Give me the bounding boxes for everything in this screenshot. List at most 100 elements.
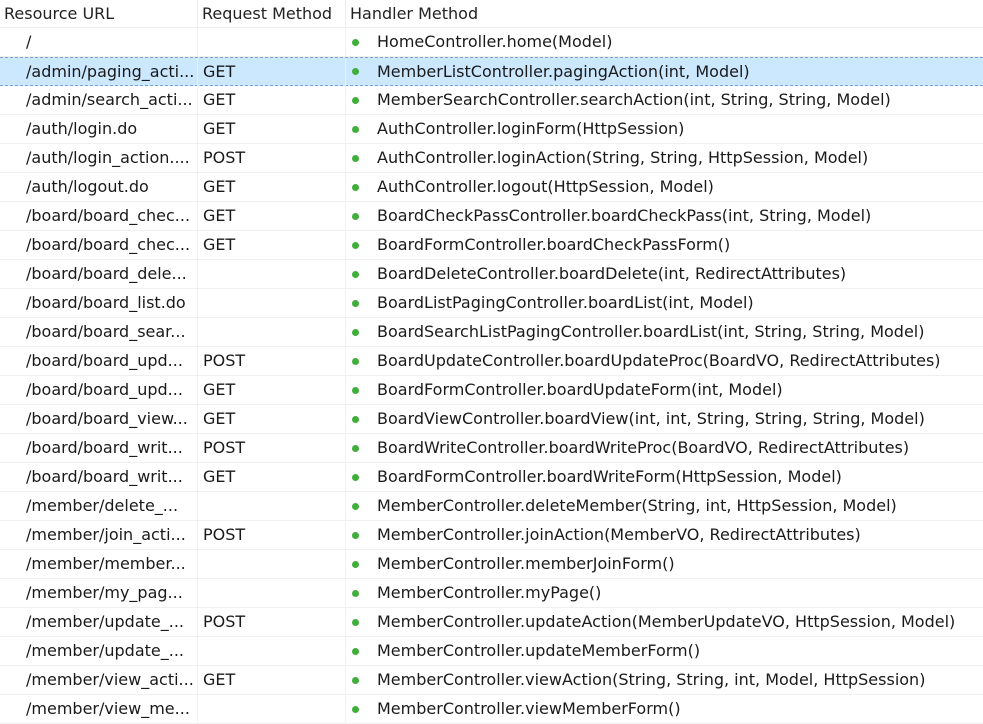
- handler-method-label: AuthController.loginAction(String, Strin…: [377, 148, 869, 167]
- handler-method-cell: BoardFormController.boardCheckPassForm(): [346, 231, 983, 259]
- resource-url-cell: /board/board_dele...: [0, 260, 198, 288]
- request-method-cell: GET: [198, 202, 346, 230]
- request-method-cell: [198, 318, 346, 346]
- request-method-cell: GET: [198, 405, 346, 433]
- table-row[interactable]: /board/board_writ... GET BoardFormControll…: [0, 463, 983, 492]
- method-icon: [352, 531, 359, 539]
- table-row[interactable]: /member/delete_... MemberController.delet…: [0, 492, 983, 521]
- handler-method-label: BoardSearchListPagingController.boardLis…: [377, 322, 925, 341]
- table-row[interactable]: /admin/search_acti... GET MemberSearchCont…: [0, 86, 983, 115]
- request-method-cell: [198, 28, 346, 56]
- table-row[interactable]: / HomeController.home(Model): [0, 28, 983, 57]
- resource-url-cell: /board/board_upd...: [0, 376, 198, 404]
- table-row[interactable]: /board/board_list.do BoardListPagingContr…: [0, 289, 983, 318]
- handler-method-label: MemberSearchController.searchAction(int,…: [377, 90, 891, 109]
- table-row[interactable]: /board/board_upd... GET BoardFormControlle…: [0, 376, 983, 405]
- column-header-handler-method[interactable]: Handler Method: [346, 0, 983, 27]
- handler-method-label: BoardUpdateController.boardUpdateProc(Bo…: [377, 351, 941, 370]
- handler-method-cell: AuthController.loginForm(HttpSession): [346, 115, 983, 143]
- resource-url-cell: /board/board_upd...: [0, 347, 198, 375]
- handler-method-label: MemberController.deleteMember(String, in…: [377, 496, 897, 515]
- method-icon: [352, 183, 359, 191]
- method-icon: [352, 125, 359, 133]
- resource-url-cell: /board/board_writ...: [0, 434, 198, 462]
- resource-url-cell: /member/delete_...: [0, 492, 198, 520]
- table-row[interactable]: /board/board_writ... POST BoardWriteContro…: [0, 434, 983, 463]
- handler-method-cell: BoardWriteController.boardWriteProc(Boar…: [346, 434, 983, 462]
- resource-url-cell: /auth/logout.do: [0, 173, 198, 201]
- request-method-cell: [198, 492, 346, 520]
- table-row[interactable]: /board/board_upd... POST BoardUpdateContro…: [0, 347, 983, 376]
- resource-url-cell: /member/view_me...: [0, 695, 198, 723]
- handler-method-label: MemberListController.pagingAction(int, M…: [377, 61, 750, 81]
- request-method-cell: [198, 289, 346, 317]
- handler-method-cell: MemberController.updateMemberForm(): [346, 637, 983, 665]
- request-method-cell: GET: [198, 115, 346, 143]
- resource-url-cell: /admin/search_acti...: [0, 86, 198, 114]
- method-icon: [352, 444, 359, 452]
- table-row[interactable]: /member/update_... POST MemberController.u…: [0, 608, 983, 637]
- request-method-cell: [198, 260, 346, 288]
- method-icon: [352, 473, 359, 481]
- resource-url-cell: /member/update_...: [0, 608, 198, 636]
- handler-method-label: BoardWriteController.boardWriteProc(Boar…: [377, 438, 910, 457]
- handler-method-cell: MemberController.joinAction(MemberVO, Re…: [346, 521, 983, 549]
- handler-method-cell: AuthController.loginAction(String, Strin…: [346, 144, 983, 172]
- resource-url-cell: /auth/login_action....: [0, 144, 198, 172]
- handler-method-cell: MemberController.viewMemberForm(): [346, 695, 983, 723]
- handler-method-label: AuthController.loginForm(HttpSession): [377, 119, 685, 138]
- method-icon: [352, 38, 359, 46]
- resource-url-cell: /auth/login.do: [0, 115, 198, 143]
- resource-url-cell: /member/join_acti...: [0, 521, 198, 549]
- handler-method-label: MemberController.myPage(): [377, 583, 602, 602]
- handler-method-label: MemberController.updateAction(MemberUpda…: [377, 612, 956, 631]
- resource-url-cell: /board/board_view...: [0, 405, 198, 433]
- handler-method-label: AuthController.logout(HttpSession, Model…: [377, 177, 714, 196]
- table-row[interactable]: /auth/login_action.... POST AuthController…: [0, 144, 983, 173]
- handler-method-label: MemberController.joinAction(MemberVO, Re…: [377, 525, 861, 544]
- resource-url-cell: /member/view_acti...: [0, 666, 198, 694]
- request-method-cell: POST: [198, 434, 346, 462]
- table-row[interactable]: /member/view_me... MemberController.viewM…: [0, 695, 983, 724]
- table-row[interactable]: /auth/login.do GET AuthController.loginFor…: [0, 115, 983, 144]
- method-icon: [352, 154, 359, 162]
- table-row[interactable]: /member/my_pag... MemberController.myPage…: [0, 579, 983, 608]
- method-icon: [352, 96, 359, 104]
- column-header-request-method[interactable]: Request Method: [198, 0, 346, 27]
- table-row[interactable]: /member/join_acti... POST MemberController…: [0, 521, 983, 550]
- request-method-cell: [198, 695, 346, 723]
- request-method-cell: POST: [198, 608, 346, 636]
- handler-method-cell: MemberController.myPage(): [346, 579, 983, 607]
- handler-method-label: MemberController.updateMemberForm(): [377, 641, 701, 660]
- handler-method-label: MemberController.viewMemberForm(): [377, 699, 681, 718]
- handler-method-label: MemberController.memberJoinForm(): [377, 554, 675, 573]
- handler-method-cell: BoardDeleteController.boardDelete(int, R…: [346, 260, 983, 288]
- table-row[interactable]: /board/board_dele... BoardDeleteControlle…: [0, 260, 983, 289]
- handler-method-cell: MemberController.viewAction(String, Stri…: [346, 666, 983, 694]
- method-icon: [352, 270, 359, 278]
- handler-method-label: BoardFormController.boardUpdateForm(int,…: [377, 380, 783, 399]
- resource-url-cell: /board/board_list.do: [0, 289, 198, 317]
- table-row[interactable]: /board/board_view... GET BoardViewControll…: [0, 405, 983, 434]
- table-row[interactable]: /member/update_... MemberController.updat…: [0, 637, 983, 666]
- table-row[interactable]: /board/board_chec... GET BoardCheckPassCon…: [0, 202, 983, 231]
- request-method-cell: POST: [198, 347, 346, 375]
- table-row[interactable]: /board/board_chec... GET BoardFormControll…: [0, 231, 983, 260]
- column-header-resource-url[interactable]: Resource URL: [0, 0, 198, 27]
- handler-method-cell: BoardUpdateController.boardUpdateProc(Bo…: [346, 347, 983, 375]
- handler-method-cell: MemberController.memberJoinForm(): [346, 550, 983, 578]
- table-row[interactable]: /admin/paging_acti... GET MemberListContro…: [0, 57, 983, 86]
- resource-url-cell: /board/board_chec...: [0, 231, 198, 259]
- handler-method-label: BoardDeleteController.boardDelete(int, R…: [377, 264, 847, 283]
- request-method-cell: [198, 550, 346, 578]
- handler-method-label: BoardFormController.boardWriteForm(HttpS…: [377, 467, 842, 486]
- handler-method-cell: BoardSearchListPagingController.boardLis…: [346, 318, 983, 346]
- table-body: / HomeController.home(Model) /admin/paging…: [0, 28, 983, 724]
- table-row[interactable]: /member/member... MemberController.member…: [0, 550, 983, 579]
- table-row[interactable]: /member/view_acti... GET MemberController.…: [0, 666, 983, 695]
- method-icon: [352, 415, 359, 423]
- resource-url-cell: /member/member...: [0, 550, 198, 578]
- table-row[interactable]: /auth/logout.do GET AuthController.logout(…: [0, 173, 983, 202]
- handler-method-label: BoardListPagingController.boardList(int,…: [377, 293, 754, 312]
- table-row[interactable]: /board/board_sear... BoardSearchListPagin…: [0, 318, 983, 347]
